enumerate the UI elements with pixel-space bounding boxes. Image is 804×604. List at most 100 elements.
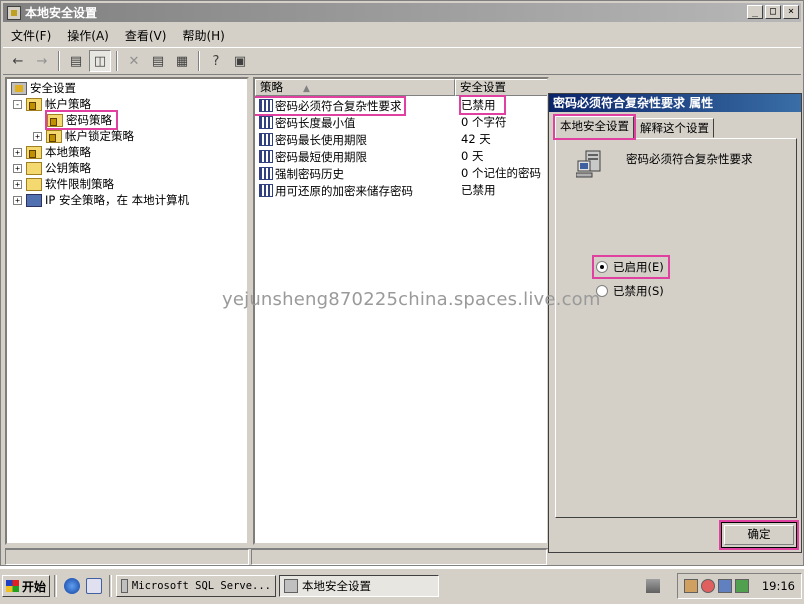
expand-icon[interactable]: + [13, 195, 22, 205]
menu-view[interactable]: 查看(V) [117, 25, 175, 46]
shield-icon[interactable] [700, 579, 715, 593]
start-button[interactable]: 开始 [2, 575, 50, 597]
dialog-title[interactable]: 密码必须符合复杂性要求 属性 [549, 94, 801, 112]
monitor-icon[interactable] [717, 579, 732, 593]
forward-icon[interactable]: → [31, 50, 53, 72]
windows-logo-icon [5, 580, 19, 592]
tree-item-local-policy[interactable]: + 本地策略 [13, 144, 91, 160]
lock-folder-icon [26, 145, 42, 159]
tree-item-security-settings[interactable]: 安全设置 [11, 80, 76, 96]
policy-list: 策略 ▲ 安全设置 密码必须符合复杂性要求 已禁用 密码长度最小值 0 个字符 密… [253, 77, 549, 545]
tab-local-security-setting[interactable]: 本地安全设置 [553, 114, 636, 140]
minimize-button[interactable]: _ [747, 5, 763, 19]
tab-explain-setting[interactable]: 解释这个设置 [635, 118, 714, 138]
dialog-tabs: 本地安全设置 解释这个设置 [553, 114, 715, 140]
maximize-button[interactable]: □ [765, 5, 781, 19]
up-folder-icon[interactable]: ▤ [65, 50, 87, 72]
taskbar-separator [54, 575, 57, 597]
tree-item-label: 公钥策略 [45, 161, 91, 175]
collapse-icon[interactable]: - [13, 99, 22, 109]
policy-setting[interactable]: 0 个字符 [461, 114, 506, 131]
properties-icon[interactable]: ▤ [147, 50, 169, 72]
table-row[interactable]: 用可还原的加密来储存密码 [255, 182, 413, 199]
policy-name: 用可还原的加密来储存密码 [275, 183, 413, 198]
menu-action[interactable]: 操作(A) [59, 25, 117, 46]
tree-item-label: 软件限制策略 [45, 177, 114, 191]
delete-icon[interactable]: ✕ [123, 50, 145, 72]
tab-panel: 密码必须符合复杂性要求 已启用(E) 已禁用(S) [555, 138, 797, 518]
start-label: 开始 [21, 579, 46, 594]
policy-setting[interactable]: 42 天 [461, 131, 491, 148]
policy-name: 密码最长使用期限 [275, 132, 367, 147]
policy-name: 密码长度最小值 [275, 115, 356, 130]
policy-setting[interactable]: 0 天 [461, 148, 483, 165]
policy-icon [259, 116, 273, 129]
expand-icon[interactable]: + [33, 131, 42, 141]
radio-label: 已禁用(S) [613, 284, 664, 298]
toolbar: ← → ▤ ◫ ✕ ▤ ▦ ? ▣ [3, 47, 801, 75]
tree-item-software-restriction-policy[interactable]: + 软件限制策略 [13, 176, 114, 192]
taskbar-separator [109, 575, 112, 597]
policy-setting[interactable]: 已禁用 [459, 95, 506, 115]
app-icon [7, 5, 21, 20]
toolbar-separator [58, 51, 60, 71]
sql-server-icon [121, 579, 128, 593]
watermark: yejunsheng870225china.spaces.live.com [222, 289, 601, 310]
lock-folder-icon [26, 97, 42, 111]
properties-dialog: 密码必须符合复杂性要求 属性 本地安全设置 解释这个设置 密码必须符合复杂性要求… [548, 93, 802, 553]
clock[interactable]: 19:16 [762, 579, 795, 593]
enabled-radio[interactable]: 已启用(E) [592, 255, 670, 279]
console-icon[interactable]: ▣ [229, 50, 251, 72]
console-tree: 安全设置 - 帐户策略 密码策略 + 帐户锁定策略 + 本地策略 + 公钥策略 … [5, 77, 249, 545]
column-header-policy[interactable]: 策略 ▲ [255, 79, 455, 96]
table-row[interactable]: 密码最短使用期限 [255, 148, 367, 165]
tree-item-account-lockout-policy[interactable]: + 帐户锁定策略 [33, 128, 134, 144]
task-sql-server[interactable]: Microsoft SQL Serve... [116, 575, 276, 597]
local-security-icon [284, 579, 298, 593]
table-row[interactable]: 强制密码历史 [255, 165, 344, 182]
computer-icon[interactable] [734, 579, 749, 593]
tree-item-public-key-policy[interactable]: + 公钥策略 [13, 160, 91, 176]
expand-icon[interactable]: + [13, 179, 22, 189]
security-settings-icon [11, 81, 27, 95]
ok-button[interactable]: 确定 [719, 520, 799, 550]
task-label: Microsoft SQL Serve... [131, 580, 271, 592]
tree-item-account-policy[interactable]: - 帐户策略 [13, 96, 91, 112]
title-bar[interactable]: 本地安全设置 _ □ × [3, 3, 801, 22]
policy-name-label: 密码必须符合复杂性要求 [626, 152, 753, 166]
radio-label: 已启用(E) [613, 260, 664, 274]
expand-icon[interactable]: + [13, 163, 22, 173]
radio-checked-icon [596, 261, 608, 273]
column-header-setting[interactable]: 安全设置 [455, 79, 547, 96]
policy-name: 密码最短使用期限 [275, 149, 367, 164]
back-icon[interactable]: ← [7, 50, 29, 72]
folder-icon [26, 161, 42, 175]
export-list-icon[interactable]: ▦ [171, 50, 193, 72]
task-local-security[interactable]: 本地安全设置 [279, 575, 439, 597]
policy-icon [259, 150, 273, 163]
ip-security-icon [26, 193, 42, 207]
expand-icon[interactable]: + [13, 147, 22, 157]
quick-launch-icon[interactable] [86, 578, 102, 594]
network-icon[interactable] [646, 579, 660, 593]
help-icon[interactable]: ? [205, 50, 227, 72]
disabled-radio[interactable]: 已禁用(S) [594, 283, 664, 299]
policy-icon [259, 133, 273, 146]
close-button[interactable]: × [783, 5, 799, 19]
show-hide-tree-icon[interactable]: ◫ [89, 50, 111, 72]
tree-item-ip-security-policy[interactable]: + IP 安全策略，在 本地计算机 [13, 192, 189, 208]
menu-file[interactable]: 文件(F) [3, 25, 59, 46]
column-header-label: 策略 [260, 80, 283, 94]
table-row[interactable]: 密码长度最小值 [255, 114, 356, 131]
policy-setting[interactable]: 已禁用 [461, 182, 496, 199]
tree-item-password-policy[interactable]: 密码策略 [45, 110, 118, 130]
table-row[interactable]: 密码最长使用期限 [255, 131, 367, 148]
user-icon[interactable] [683, 579, 698, 593]
toolbar-separator [198, 51, 200, 71]
policy-setting[interactable]: 0 个记住的密码 [461, 165, 541, 182]
task-label: 本地安全设置 [302, 579, 371, 593]
menu-bar: 文件(F) 操作(A) 查看(V) 帮助(H) [3, 24, 233, 46]
status-cell [251, 549, 547, 565]
internet-explorer-icon[interactable] [64, 578, 80, 594]
menu-help[interactable]: 帮助(H) [174, 25, 232, 46]
